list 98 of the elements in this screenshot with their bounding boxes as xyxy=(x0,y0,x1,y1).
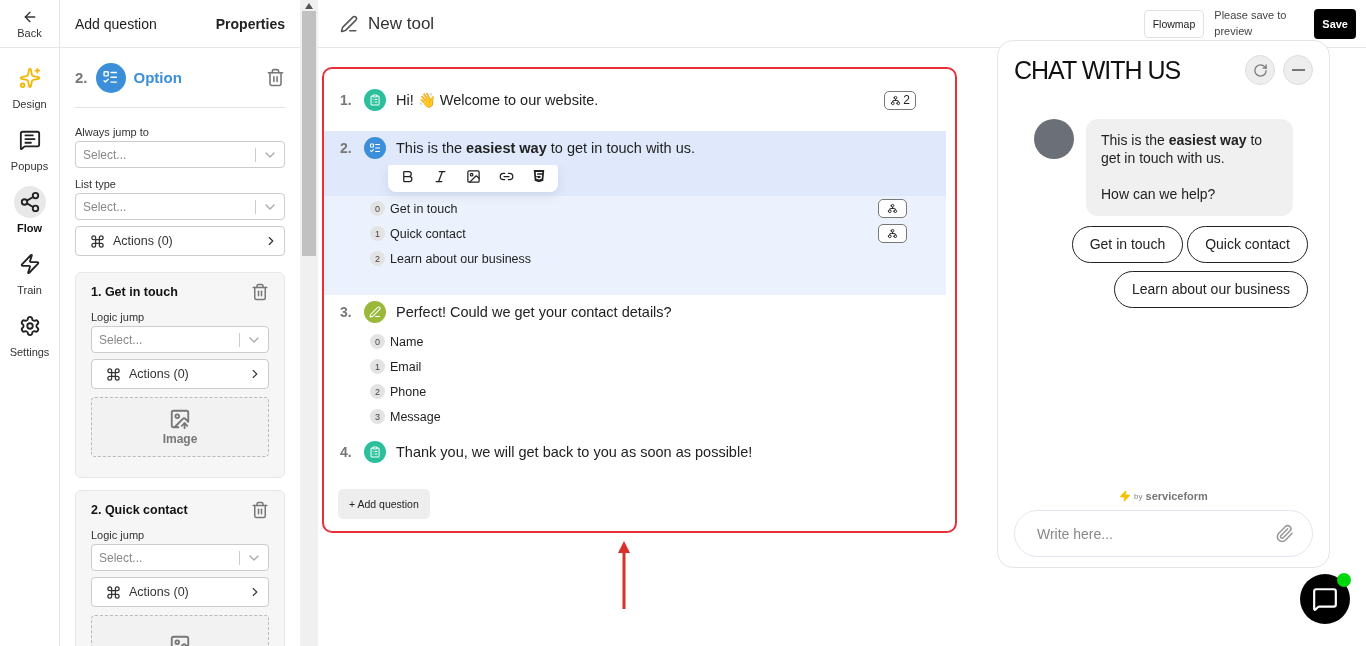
branding-logo[interactable]: serviceform xyxy=(1145,490,1208,502)
minus-icon xyxy=(1291,69,1305,71)
panel-tab[interactable]: Properties xyxy=(215,15,285,32)
question-text[interactable]: Thank you, we will get back to you as soon as possible! xyxy=(396,444,946,460)
option-index: 3 xyxy=(370,409,385,424)
field-label: List type xyxy=(75,178,117,190)
back-button[interactable]: Back xyxy=(0,0,60,48)
question-text[interactable]: Perfect! Could we get your contact details? xyxy=(396,304,946,320)
trash-icon[interactable] xyxy=(251,283,269,301)
image-upload[interactable]: Image xyxy=(91,397,269,457)
actions-button[interactable]: Actions (0) xyxy=(75,226,285,256)
question-number: 2. xyxy=(340,140,353,156)
italic-button[interactable] xyxy=(433,169,448,184)
option-label: Quick contact xyxy=(390,226,467,241)
avatar xyxy=(1034,119,1074,159)
question-number: 4. xyxy=(340,444,353,460)
annotation-arrow xyxy=(618,541,630,609)
trash-icon[interactable] xyxy=(266,68,285,87)
branch-icon xyxy=(887,228,898,239)
tool-title: New tool xyxy=(368,13,436,34)
chat-message: How can we help? xyxy=(1101,185,1217,204)
command-icon xyxy=(90,233,105,249)
question-number: 3. xyxy=(340,304,353,320)
question-type: Option xyxy=(133,69,183,86)
image-button[interactable] xyxy=(466,169,481,184)
option-label: Get in touch xyxy=(390,201,459,216)
italic-icon xyxy=(433,169,448,184)
paperclip-icon[interactable] xyxy=(1275,524,1294,543)
question-text[interactable]: This is the easiest way to get in touch with us. xyxy=(396,140,946,156)
option-label: Learn about our business xyxy=(390,251,533,266)
option-label: Message xyxy=(390,409,442,424)
option-label: Name xyxy=(390,334,425,349)
option-index: 1 xyxy=(370,226,385,241)
sparkles-icon xyxy=(18,67,41,89)
message-input[interactable]: Write here... xyxy=(1035,524,1275,543)
command-icon xyxy=(106,366,121,382)
nav-item[interactable]: Train xyxy=(13,248,46,296)
pen-icon xyxy=(340,14,358,33)
nav-item[interactable]: Popups xyxy=(10,124,49,172)
option-label: Phone xyxy=(390,384,428,399)
option-label: Email xyxy=(390,359,423,374)
trash-icon[interactable] xyxy=(251,501,269,519)
actions-button[interactable]: Actions (0) xyxy=(91,577,269,607)
question-number: 1. xyxy=(340,92,353,108)
command-icon xyxy=(106,584,121,600)
chat-launcher-button[interactable] xyxy=(1300,574,1350,624)
html-button[interactable] xyxy=(532,169,546,184)
field-label: Logic jump xyxy=(91,311,146,323)
option-index: 0 xyxy=(370,334,385,349)
jump-badge[interactable] xyxy=(878,224,907,243)
scrollbar[interactable] xyxy=(300,0,318,646)
select-field[interactable]: Select... xyxy=(91,326,269,353)
option-index: 2 xyxy=(370,384,385,399)
save-note: Please save to preview xyxy=(1214,8,1288,39)
lightning-icon xyxy=(18,253,41,275)
settings-icon xyxy=(18,315,41,337)
panel-tab[interactable]: Add question xyxy=(75,15,157,32)
field-label: Logic jump xyxy=(91,529,146,541)
chat-title: CHAT WITH US xyxy=(1014,55,1182,85)
chat-message: This is the easiest way to get in touch with us. xyxy=(1101,131,1264,168)
quick-reply-button[interactable]: Learn about our business xyxy=(1114,270,1308,308)
option-index: 1 xyxy=(370,359,385,374)
option-index: 0 xyxy=(370,201,385,216)
bold-icon xyxy=(400,169,415,184)
branch-icon xyxy=(887,203,898,214)
flowmap-button[interactable]: Flowmap xyxy=(1143,9,1205,38)
bold-button[interactable] xyxy=(400,169,415,184)
add-question-button[interactable]: + Add question xyxy=(338,489,430,519)
refresh-button[interactable] xyxy=(1245,55,1275,85)
select-field[interactable]: Select... xyxy=(75,141,285,168)
question-text[interactable]: Hi! 👋 Welcome to our website. xyxy=(396,91,875,109)
nav-item[interactable]: Settings xyxy=(9,310,50,358)
option-title: 1. Get in touch xyxy=(91,285,178,299)
option-title: 2. Quick contact xyxy=(91,503,188,517)
option-index: 2 xyxy=(370,251,385,266)
image-icon xyxy=(466,169,481,184)
lightning-icon xyxy=(1119,490,1132,502)
branch-icon xyxy=(890,94,902,106)
scroll-up-arrow-icon[interactable] xyxy=(305,3,313,9)
image-upload-icon xyxy=(169,408,191,430)
share-icon xyxy=(18,191,41,213)
select-field[interactable]: Select... xyxy=(75,193,285,220)
jump-badge[interactable] xyxy=(878,199,907,218)
actions-button[interactable]: Actions (0) xyxy=(91,359,269,389)
chat-bubble-icon xyxy=(18,129,41,151)
minimize-button[interactable] xyxy=(1283,55,1313,85)
select-field[interactable]: Select... xyxy=(91,544,269,571)
save-button[interactable]: Save xyxy=(1314,8,1356,39)
quick-reply-button[interactable]: Get in touch xyxy=(1071,225,1184,263)
question-number: 2. xyxy=(75,69,88,86)
nav-item[interactable]: Design xyxy=(12,62,47,110)
refresh-icon xyxy=(1252,62,1268,78)
field-label: Always jump to xyxy=(75,126,150,138)
branding-by: by xyxy=(1134,491,1143,501)
html-icon xyxy=(532,169,546,183)
chat-icon xyxy=(1312,586,1338,612)
jump-badge[interactable]: 2 xyxy=(884,90,916,110)
quick-reply-button[interactable]: Quick contact xyxy=(1187,225,1308,263)
